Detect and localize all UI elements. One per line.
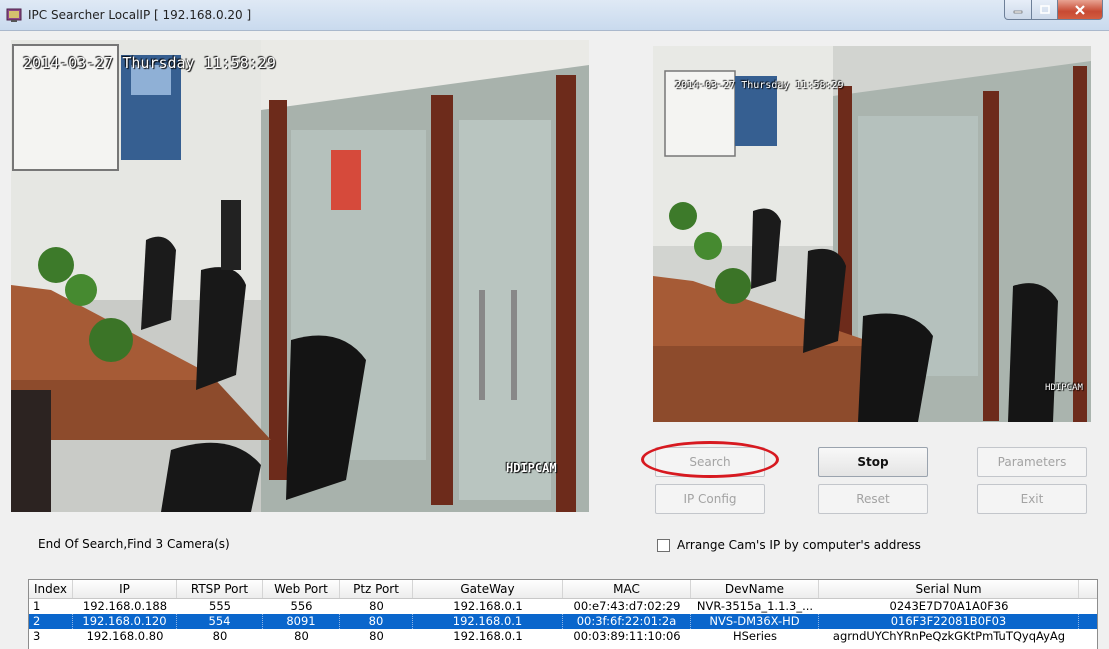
cell-mac: 00:03:89:11:10:06 (573, 629, 681, 643)
minimize-button[interactable] (1004, 0, 1032, 20)
cell-web-port: 8091 (263, 614, 340, 629)
cell-gateway: 192.168.0.1 (413, 614, 563, 629)
cell-serial: agrndUYChYRnPeQzkGKtPmTuTQyqAyAg (832, 629, 1066, 643)
parameters-button[interactable]: Parameters (977, 447, 1087, 477)
side-video-preview[interactable]: 2014-03-27 Thursday 11:58:29 HDIPCAM (653, 46, 1091, 422)
arrange-ip-label: Arrange Cam's IP by computer's address (677, 538, 921, 552)
cell-ptz-port: 80 (369, 599, 384, 613)
column-header[interactable]: Index (29, 580, 73, 598)
side-timestamp: 2014-03-27 Thursday 11:58:29 (675, 80, 844, 91)
cell-gateway: 192.168.0.1 (453, 599, 523, 613)
main-video-preview[interactable]: 2014-03-27 Thursday 11:58:29 HDIPCAM (11, 40, 589, 512)
column-header[interactable]: Web Port (263, 580, 340, 598)
cell-index: 2 (29, 614, 73, 629)
side-video-scene (653, 46, 1091, 422)
maximize-icon (1039, 5, 1050, 14)
cell-serial: 0243E7D70A1A0F36 (889, 599, 1009, 613)
cell-index: 3 (33, 629, 41, 643)
close-button[interactable] (1058, 0, 1103, 20)
cell-rtsp-port: 554 (177, 614, 263, 629)
cell-mac: 00:e7:43:d7:02:29 (573, 599, 681, 613)
window-title: IPC Searcher LocalIP [ 192.168.0.20 ] (28, 8, 252, 22)
search-status-text: End Of Search,Find 3 Camera(s) (38, 537, 230, 551)
cell-gateway: 192.168.0.1 (453, 629, 523, 643)
title-bar: IPC Searcher LocalIP [ 192.168.0.20 ] (0, 0, 1109, 31)
cell-devname: NVS-DM36X-HD (691, 614, 819, 629)
maximize-button[interactable] (1032, 0, 1058, 20)
cell-mac: 00:3f:6f:22:01:2a (563, 614, 691, 629)
column-header[interactable]: GateWay (413, 580, 563, 598)
search-button[interactable]: Search (655, 447, 765, 477)
cell-rtsp-port: 80 (212, 629, 228, 643)
exit-button[interactable]: Exit (977, 484, 1087, 514)
camera-table[interactable]: Index IP RTSP Port Web Port Ptz Port Gat… (28, 579, 1098, 649)
cell-rtsp-port: 555 (209, 599, 231, 613)
column-header[interactable]: Ptz Port (340, 580, 413, 598)
column-header[interactable]: IP (73, 580, 177, 598)
app-icon (6, 8, 22, 22)
table-row[interactable]: 3 192.168.0.80 80 80 80 192.168.0.1 00:0… (29, 629, 1097, 644)
arrange-ip-option[interactable]: Arrange Cam's IP by computer's address (657, 538, 921, 552)
column-header[interactable]: MAC (563, 580, 691, 598)
cell-ip: 192.168.0.120 (73, 614, 177, 629)
minimize-icon (1013, 10, 1023, 13)
main-video-scene (11, 40, 589, 512)
table-row[interactable]: 1 192.168.0.188 555 556 80 192.168.0.1 0… (29, 599, 1097, 614)
cell-web-port: 80 (294, 629, 309, 643)
cell-devname: HSeries (732, 629, 777, 643)
reset-button[interactable]: Reset (818, 484, 928, 514)
cell-web-port: 556 (290, 599, 313, 613)
main-camera-label: HDIPCAM (506, 461, 557, 475)
cell-ptz-port: 80 (369, 629, 384, 643)
ip-config-button[interactable]: IP Config (655, 484, 765, 514)
side-camera-label: HDIPCAM (1045, 383, 1083, 393)
cell-index: 1 (33, 599, 41, 613)
column-header[interactable]: DevName (691, 580, 819, 598)
column-header[interactable]: Serial Num (819, 580, 1079, 598)
cell-ip: 192.168.0.80 (86, 629, 164, 643)
column-header[interactable]: RTSP Port (177, 580, 263, 598)
table-row-selected[interactable]: 2 192.168.0.120 554 8091 80 192.168.0.1 … (29, 614, 1097, 629)
cell-ptz-port: 80 (340, 614, 413, 629)
cell-serial: 016F3F22081B0F03 (819, 614, 1079, 629)
table-header: Index IP RTSP Port Web Port Ptz Port Gat… (29, 580, 1097, 599)
stop-button[interactable]: Stop (818, 447, 928, 477)
arrange-ip-checkbox[interactable] (657, 538, 670, 552)
cell-devname: NVR-3515a_1.1.3_... (696, 599, 814, 613)
main-timestamp: 2014-03-27 Thursday 11:58:29 (23, 54, 276, 72)
close-icon (1075, 4, 1085, 15)
cell-ip: 192.168.0.188 (82, 599, 168, 613)
